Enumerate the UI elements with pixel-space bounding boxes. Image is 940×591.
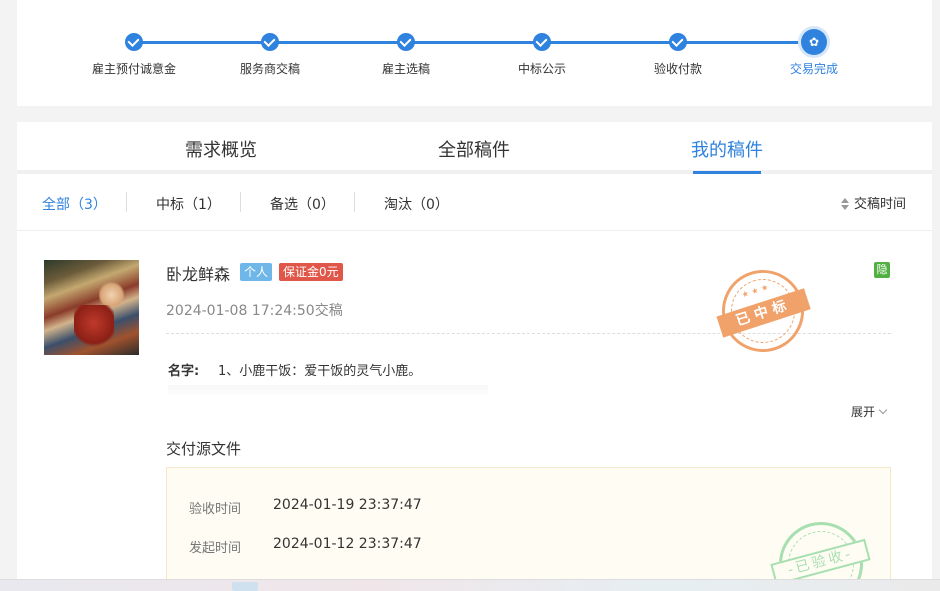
- tab-overview[interactable]: 需求概览: [185, 136, 257, 162]
- filter-bar: 全部（3） 中标（1） 备选（0） 淘汰（0） 交稿时间: [17, 174, 932, 231]
- hidden-icon: 隐: [874, 262, 890, 278]
- avatar[interactable]: [44, 260, 139, 355]
- check-icon: [533, 33, 551, 51]
- step-select: 雇主选稿: [346, 31, 466, 77]
- step-complete: ✿ 交易完成: [754, 29, 874, 77]
- submission-entry: 卧龙鲜森 个人 保证金0元 隐 2024-01-08 17:24:50交稿 ★★…: [17, 235, 932, 591]
- divider: [354, 192, 355, 212]
- divider: [240, 192, 241, 212]
- filter-shortlist[interactable]: 备选（0）: [270, 194, 335, 214]
- step-label: 服务商交稿: [239, 62, 300, 76]
- tab-my-submissions[interactable]: 我的稿件: [691, 136, 763, 162]
- progress-card: 雇主预付诚意金 服务商交稿 雇主选稿 中标公示 验收付款 ✿ 交易完成: [17, 0, 932, 106]
- tab-bar: 需求概览 全部稿件 我的稿件: [17, 122, 932, 174]
- expand-label: 展开: [851, 405, 876, 419]
- filter-all[interactable]: 全部（3）: [42, 194, 107, 214]
- check-icon: [397, 33, 415, 51]
- submit-time: 2024-01-08 17:24:50交稿: [166, 303, 343, 319]
- step-label: 雇主选稿: [381, 62, 430, 76]
- check-icon: [261, 33, 279, 51]
- username[interactable]: 卧龙鲜森: [166, 261, 230, 285]
- badge-deposit: 保证金0元: [279, 263, 343, 281]
- sort-arrows-icon: [840, 198, 849, 210]
- start-time-value: 2024-01-12 23:37:47: [273, 536, 422, 552]
- expand-button[interactable]: 展开: [851, 403, 888, 420]
- collapsed-content-fade: [168, 385, 488, 397]
- sort-by-submit-time[interactable]: 交稿时间: [840, 193, 906, 212]
- step-submit: 服务商交稿: [210, 31, 330, 77]
- bottom-strip: [0, 579, 940, 591]
- start-time-label: 发起时间: [189, 541, 242, 556]
- step-payment: 验收付款: [618, 31, 738, 77]
- step-label: 交易完成: [789, 62, 838, 76]
- filter-won[interactable]: 中标（1）: [156, 194, 221, 214]
- divider: [126, 192, 127, 212]
- name-label: 名字:: [168, 364, 200, 379]
- step-label: 雇主预付诚意金: [91, 62, 176, 76]
- name-text: 1、小鹿干饭：爱干饭的灵气小鹿。: [218, 364, 422, 379]
- won-stamp: ★★★ 已中标: [711, 259, 815, 363]
- deliver-box: 验收时间 2024-01-19 23:37:47 发起时间 2024-01-12…: [166, 467, 891, 591]
- step-announce: 中标公示: [482, 31, 602, 77]
- sort-label: 交稿时间: [853, 197, 906, 212]
- chevron-down-icon: [878, 405, 888, 415]
- tab-all-submissions[interactable]: 全部稿件: [438, 136, 510, 162]
- filter-eliminated[interactable]: 淘汰（0）: [384, 194, 449, 214]
- accept-time-label: 验收时间: [189, 502, 242, 517]
- step-label: 中标公示: [517, 62, 566, 76]
- check-icon: [125, 33, 143, 51]
- main-card: 需求概览 全部稿件 我的稿件 全部（3） 中标（1） 备选（0） 淘汰（0） 交…: [17, 122, 932, 591]
- flower-icon: ✿: [801, 29, 827, 55]
- step-deposit: 雇主预付诚意金: [74, 31, 194, 77]
- deliver-title: 交付源文件: [166, 440, 242, 458]
- badge-personal: 个人: [240, 263, 273, 281]
- step-label: 验收付款: [653, 62, 702, 76]
- accept-time-value: 2024-01-19 23:37:47: [273, 497, 422, 513]
- check-icon: [669, 33, 687, 51]
